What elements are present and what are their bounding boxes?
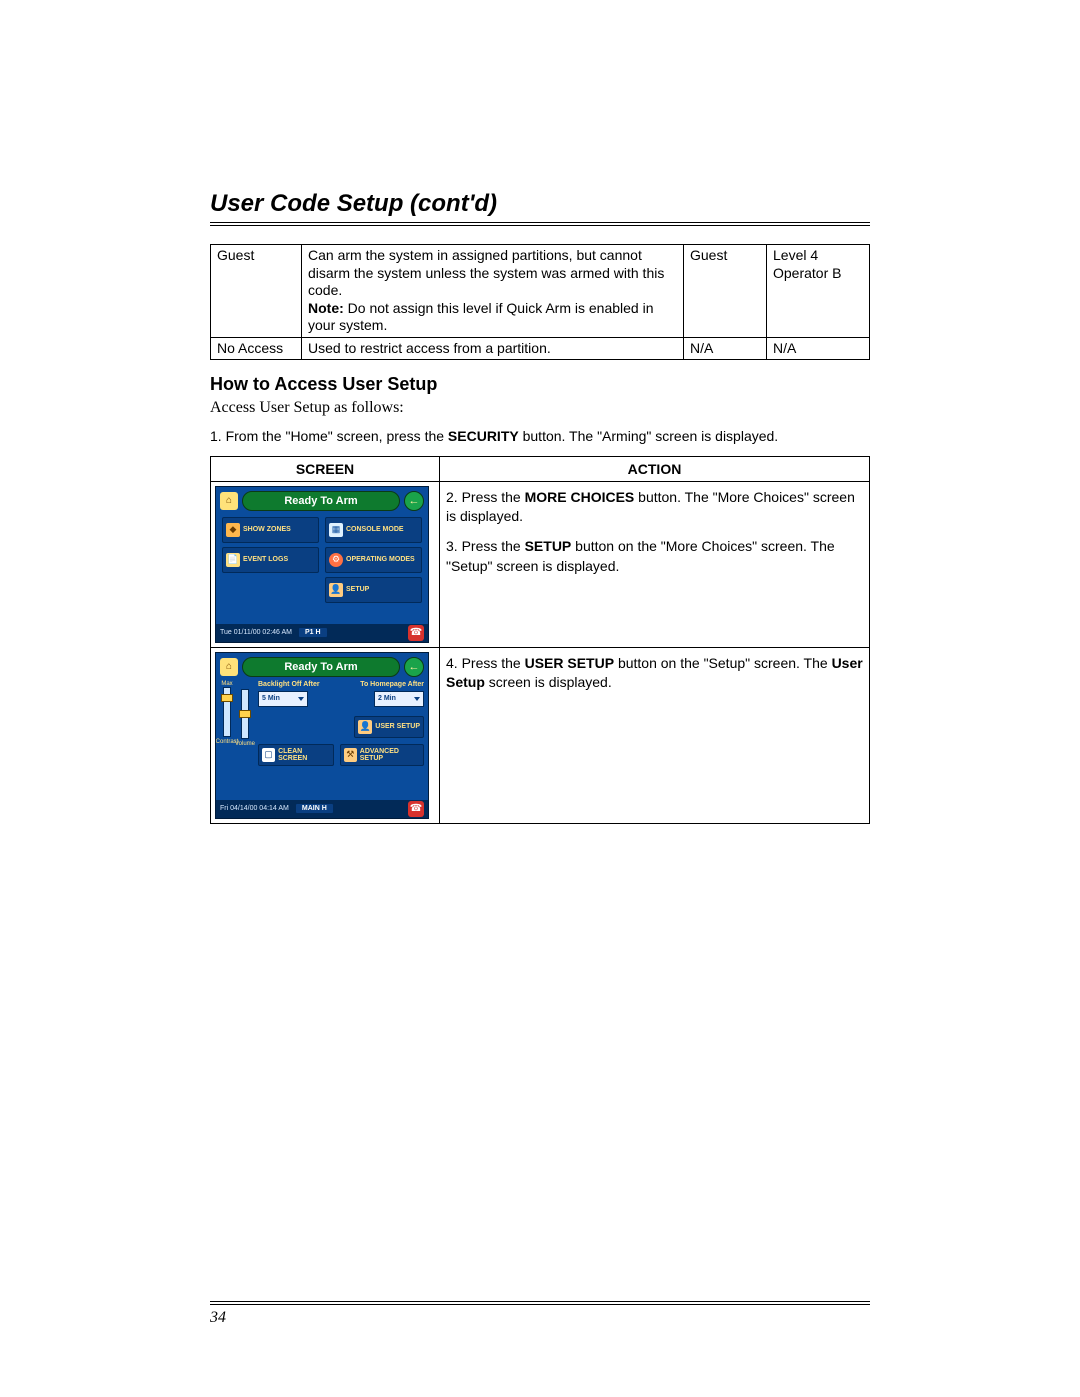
home-icon: ⌂ xyxy=(220,658,238,676)
backlight-label: Backlight Off After xyxy=(258,681,320,688)
volume-label: Volume xyxy=(235,741,255,747)
cell-na: N/A xyxy=(767,337,870,360)
volume-slider[interactable] xyxy=(241,689,249,739)
doc-icon: 📄 xyxy=(226,553,240,567)
section-heading: How to Access User Setup xyxy=(210,374,870,395)
advanced-setup-button[interactable]: ⚒ ADVANCED SETUP xyxy=(340,744,424,766)
device-timestamp: Fri 04/14/00 04:14 AM xyxy=(220,805,289,812)
chevron-down-icon xyxy=(414,697,420,701)
blank xyxy=(222,577,319,603)
advanced-icon: ⚒ xyxy=(344,748,357,762)
homepage-dropdown[interactable]: 2 Min xyxy=(374,691,424,707)
back-icon: ← xyxy=(404,657,424,677)
page-number: 34 xyxy=(210,1301,870,1327)
table-row: Guest Can arm the system in assigned par… xyxy=(211,245,870,338)
page-title: User Code Setup (cont'd) xyxy=(210,190,870,226)
col-screen: SCREEN xyxy=(211,456,440,481)
contrast-slider[interactable] xyxy=(223,687,231,737)
cell-desc: Used to restrict access from a partition… xyxy=(302,337,684,360)
setup-button[interactable]: 👤 SETUP xyxy=(325,577,422,603)
show-zones-button[interactable]: ◆ SHOW ZONES xyxy=(222,517,319,543)
cell-level: No Access xyxy=(211,337,302,360)
table-row: ⌂ Ready To Arm ← Max Contrast xyxy=(211,647,870,823)
user-setup-button[interactable]: 👤 USER SETUP xyxy=(354,716,424,738)
action-cell: 4. Press the USER SETUP button on the "S… xyxy=(440,647,870,823)
col-action: ACTION xyxy=(440,456,870,481)
device-timestamp: Tue 01/11/00 02:46 AM xyxy=(220,629,292,636)
back-icon: ← xyxy=(404,491,424,511)
grid-icon: ▦ xyxy=(329,523,343,537)
cell-desc: Can arm the system in assigned partition… xyxy=(302,245,684,338)
home-icon: ⌂ xyxy=(220,492,238,510)
person-icon: 👤 xyxy=(358,720,372,734)
cell-level: Guest xyxy=(211,245,302,338)
device-screenshot-more-choices: ⌂ Ready To Arm ← ◆ SHOW ZONES ▦ xyxy=(215,486,429,643)
table-row: No Access Used to restrict access from a… xyxy=(211,337,870,360)
alarm-icon: ☎ xyxy=(408,625,424,641)
backlight-dropdown[interactable]: 5 Min xyxy=(258,691,308,707)
cell-guest: Guest xyxy=(684,245,767,338)
user-level-table: Guest Can arm the system in assigned par… xyxy=(210,244,870,360)
cell-operator: Level 4 Operator B xyxy=(767,245,870,338)
event-logs-button[interactable]: 📄 EVENT LOGS xyxy=(222,547,319,573)
partition-tag: P1 H xyxy=(298,627,328,638)
action-cell: 2. Press the MORE CHOICES button. The "M… xyxy=(440,481,870,647)
chevron-down-icon xyxy=(298,697,304,701)
gear-icon: ⚙ xyxy=(329,553,343,567)
console-mode-button[interactable]: ▦ CONSOLE MODE xyxy=(325,517,422,543)
status-pill: Ready To Arm xyxy=(242,491,400,511)
status-pill: Ready To Arm xyxy=(242,657,400,677)
alarm-icon: ☎ xyxy=(408,801,424,817)
table-row: ⌂ Ready To Arm ← ◆ SHOW ZONES ▦ xyxy=(211,481,870,647)
intro-text: Access User Setup as follows: xyxy=(210,399,870,417)
cell-na: N/A xyxy=(684,337,767,360)
operating-modes-button[interactable]: ⚙ OPERATING MODES xyxy=(325,547,422,573)
step-1: 1. From the "Home" screen, press the SEC… xyxy=(210,427,870,446)
clean-screen-button[interactable]: ▢ CLEAN SCREEN xyxy=(258,744,334,766)
clean-icon: ▢ xyxy=(262,748,275,762)
cube-icon: ◆ xyxy=(226,523,240,537)
homepage-label: To Homepage After xyxy=(360,681,424,688)
person-icon: 👤 xyxy=(329,583,343,597)
device-screenshot-setup: ⌂ Ready To Arm ← Max Contrast xyxy=(215,652,429,819)
screen-action-table: SCREEN ACTION ⌂ Ready To Arm ← ◆ xyxy=(210,456,870,824)
partition-tag: MAIN H xyxy=(295,803,334,814)
